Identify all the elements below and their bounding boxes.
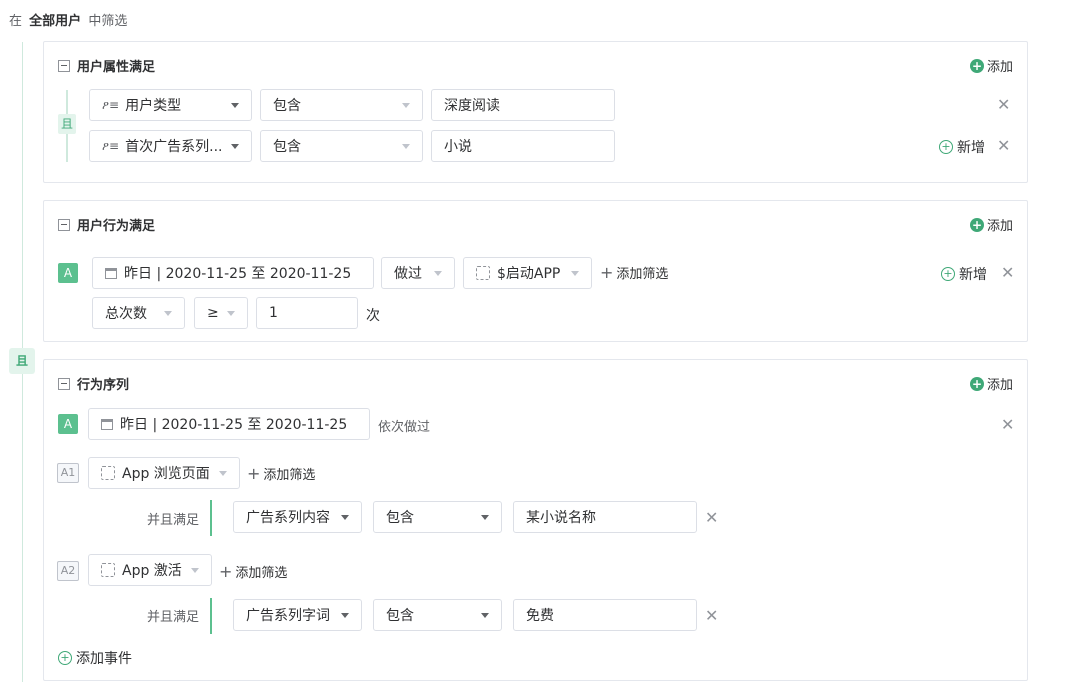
attr-add-button[interactable]: + 添加 <box>969 56 1013 75</box>
step-1-cond-label: 并且满足 <box>147 513 200 528</box>
attr-field-select-1[interactable]: ዖ≡ 用户类型 <box>89 89 252 121</box>
plus-circle-icon: + <box>969 376 984 391</box>
behavior-panel: 用户行为满足 + 添加 A 昨日 | 2020-11-25 至 2020-11-… <box>43 200 1028 342</box>
step-2-event-select[interactable]: App 激活 <box>88 554 212 586</box>
step-2-op-select[interactable]: 包含 <box>373 599 502 631</box>
attr-field-select-2[interactable]: ዖ≡ 首次广告系列... <box>89 130 252 162</box>
remove-step-1-filter-icon[interactable]: ✕ <box>705 510 718 526</box>
did-select[interactable]: 做过 <box>381 257 455 289</box>
sequence-panel-title: 行为序列 <box>58 374 129 393</box>
attr-logic-toggle[interactable]: 且 <box>58 114 76 134</box>
sequence-panel: 行为序列 + 添加 A 昨日 | 2020-11-25 至 2020-11-25… <box>43 359 1028 681</box>
step-2-add-filter-button[interactable]: + 添加筛选 <box>219 562 287 581</box>
plus-circle-icon: + <box>969 217 984 232</box>
remove-sequence-icon[interactable]: ✕ <box>1001 417 1014 433</box>
caret-down-icon <box>231 144 239 149</box>
remove-step-2-filter-icon[interactable]: ✕ <box>705 608 718 624</box>
attr-op-select-1[interactable]: 包含 <box>260 89 423 121</box>
step-badge-a2: A2 <box>57 561 79 581</box>
metric-select[interactable]: 总次数 <box>92 297 185 329</box>
plus-circle-icon: + <box>58 651 72 665</box>
caret-down-icon <box>481 613 489 618</box>
attr-op-select-2[interactable]: 包含 <box>260 130 423 162</box>
caret-down-icon <box>402 103 410 108</box>
caret-down-icon <box>227 311 235 316</box>
calendar-icon <box>105 267 117 279</box>
behavior-panel-title: 用户行为满足 <box>58 215 155 234</box>
step-2-value-input[interactable]: 免费 <box>513 599 697 631</box>
event-icon <box>101 563 115 577</box>
behavior-new-button[interactable]: + 新增 <box>941 264 987 284</box>
attr-new-button[interactable]: + 新增 <box>939 137 985 157</box>
attr-value-input-2[interactable]: 小说 <box>431 130 615 162</box>
outer-logic-toggle[interactable]: 且 <box>9 348 35 374</box>
event-badge: A <box>58 263 78 283</box>
caret-down-icon <box>481 515 489 520</box>
attr-panel: 用户属性满足 + 添加 且 ዖ≡ 用户类型 包含 深度阅读 ✕ ዖ≡ 首次广告系… <box>43 41 1028 183</box>
filter-scope-header: 在 全部用户 中筛选 <box>9 10 127 29</box>
plus-circle-icon: + <box>969 58 984 73</box>
attr-value-input-1[interactable]: 深度阅读 <box>431 89 615 121</box>
behavior-add-button[interactable]: + 添加 <box>969 215 1013 234</box>
plus-circle-icon: + <box>941 267 955 281</box>
step-2-cond-label: 并且满足 <box>147 610 200 625</box>
event-icon <box>101 466 115 480</box>
step-1-op-select[interactable]: 包含 <box>373 501 502 533</box>
property-icon: ዖ≡ <box>102 97 120 112</box>
behavior-date-picker[interactable]: 昨日 | 2020-11-25 至 2020-11-25 <box>92 257 374 289</box>
attr-panel-title: 用户属性满足 <box>58 56 155 75</box>
remove-row-2-icon[interactable]: ✕ <box>997 138 1010 154</box>
count-input[interactable]: 1 <box>256 297 358 329</box>
step-1-add-filter-button[interactable]: + 添加筛选 <box>247 464 315 483</box>
header-prefix: 在 <box>9 14 23 29</box>
property-icon: ዖ≡ <box>102 138 120 153</box>
cond-bar <box>210 598 212 634</box>
step-badge-a1: A1 <box>57 463 79 483</box>
sequence-badge: A <box>58 414 78 434</box>
event-icon <box>476 266 490 280</box>
collapse-icon[interactable] <box>58 218 70 231</box>
caret-down-icon <box>341 515 349 520</box>
add-event-button[interactable]: + 添加事件 <box>58 648 132 668</box>
sequence-add-button[interactable]: + 添加 <box>969 374 1013 393</box>
add-filter-button[interactable]: + 添加筛选 <box>600 263 668 282</box>
caret-down-icon <box>219 471 227 476</box>
remove-behavior-icon[interactable]: ✕ <box>1001 265 1014 281</box>
cond-bar <box>210 500 212 536</box>
caret-down-icon <box>341 613 349 618</box>
collapse-icon[interactable] <box>58 59 70 72</box>
plus-circle-icon: + <box>939 140 953 154</box>
sequence-date-picker[interactable]: 昨日 | 2020-11-25 至 2020-11-25 <box>88 408 370 440</box>
count-unit: 次 <box>366 308 380 324</box>
step-1-field-select[interactable]: 广告系列内容 <box>233 501 362 533</box>
remove-row-1-icon[interactable]: ✕ <box>997 97 1010 113</box>
attr-panel-title-text: 用户属性满足 <box>77 60 156 75</box>
step-1-value-input[interactable]: 某小说名称 <box>513 501 697 533</box>
calendar-icon <box>101 418 113 430</box>
plus-icon: + <box>247 464 261 483</box>
caret-down-icon <box>231 103 239 108</box>
event-select[interactable]: $启动APP <box>463 257 592 289</box>
plus-icon: + <box>219 562 233 581</box>
caret-down-icon <box>434 271 442 276</box>
collapse-icon[interactable] <box>58 377 70 390</box>
step-2-field-select[interactable]: 广告系列字词 <box>233 599 362 631</box>
header-suffix: 中筛选 <box>88 14 128 29</box>
compare-select[interactable]: ≥ <box>194 297 248 329</box>
caret-down-icon <box>164 311 172 316</box>
scope-selector[interactable]: 全部用户 <box>29 14 81 29</box>
step-1-event-select[interactable]: App 浏览页面 <box>88 457 240 489</box>
caret-down-icon <box>191 568 199 573</box>
plus-icon: + <box>600 263 614 282</box>
caret-down-icon <box>402 144 410 149</box>
caret-down-icon <box>571 271 579 276</box>
order-text: 依次做过 <box>378 420 431 435</box>
